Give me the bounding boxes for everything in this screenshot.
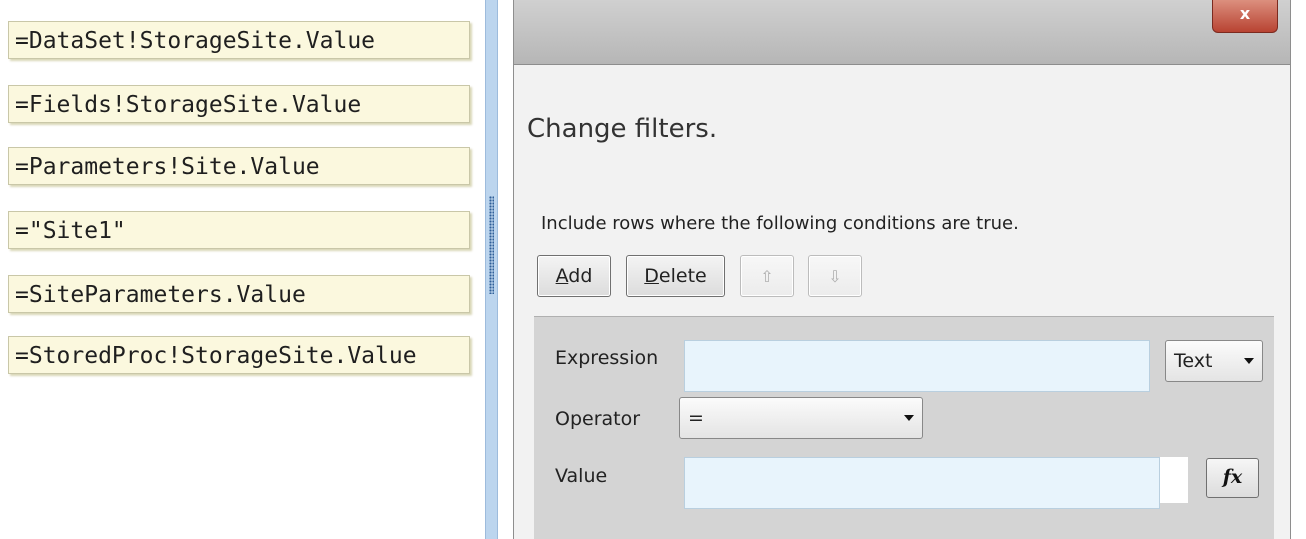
fx-icon: fx [1222,466,1243,488]
delete-button-accesskey: D [644,265,659,287]
chevron-down-icon [1244,358,1254,364]
choice-siteparameters[interactable]: =SiteParameters.Value [8,275,470,313]
add-button-accesskey: A [555,265,569,287]
operator-label: Operator [555,408,641,430]
dialog-heading: Change filters. [527,114,718,144]
expression-label: Expression [555,347,659,369]
add-button[interactable]: Add [537,255,611,297]
choice-dataset-storagesite[interactable]: =DataSet!StorageSite.Value [8,21,470,59]
delete-button-label: elete [658,265,707,287]
value-input[interactable] [684,457,1160,509]
filter-instruction: Include rows where the following conditi… [541,213,1019,234]
operator-value: = [688,407,704,429]
arrow-up-icon: ⇧ [760,267,774,286]
close-icon: x [1239,4,1251,23]
expression-type-dropdown[interactable]: Text [1165,340,1263,382]
add-button-label: dd [568,265,593,287]
choice-list: =DataSet!StorageSite.Value =Fields!Stora… [0,0,480,539]
expression-input[interactable] [684,340,1150,392]
dialog-titlebar: x [514,0,1290,65]
value-input-spacer [1160,457,1188,503]
arrow-down-icon: ⇩ [828,267,842,286]
expression-type-value: Text [1174,350,1213,372]
filter-condition-panel: Expression Text Operator = Value fx [534,316,1274,539]
value-label: Value [555,465,608,487]
filters-dialog: x Change filters. Include rows where the… [513,0,1291,539]
close-button[interactable]: x [1212,0,1278,33]
move-up-button[interactable]: ⇧ [740,255,794,297]
move-down-button[interactable]: ⇩ [808,255,862,297]
chevron-down-icon [904,415,914,421]
choice-parameters-site[interactable]: =Parameters!Site.Value [8,147,470,185]
expression-fx-button[interactable]: fx [1206,458,1259,498]
delete-button[interactable]: Delete [626,255,725,297]
operator-dropdown[interactable]: = [679,397,923,439]
choice-site1-literal[interactable]: ="Site1" [8,211,470,249]
panel-splitter[interactable] [485,0,498,539]
choice-fields-storagesite[interactable]: =Fields!StorageSite.Value [8,85,470,123]
choice-storedproc-storagesite[interactable]: =StoredProc!StorageSite.Value [8,336,470,374]
splitter-grip[interactable] [489,196,494,294]
